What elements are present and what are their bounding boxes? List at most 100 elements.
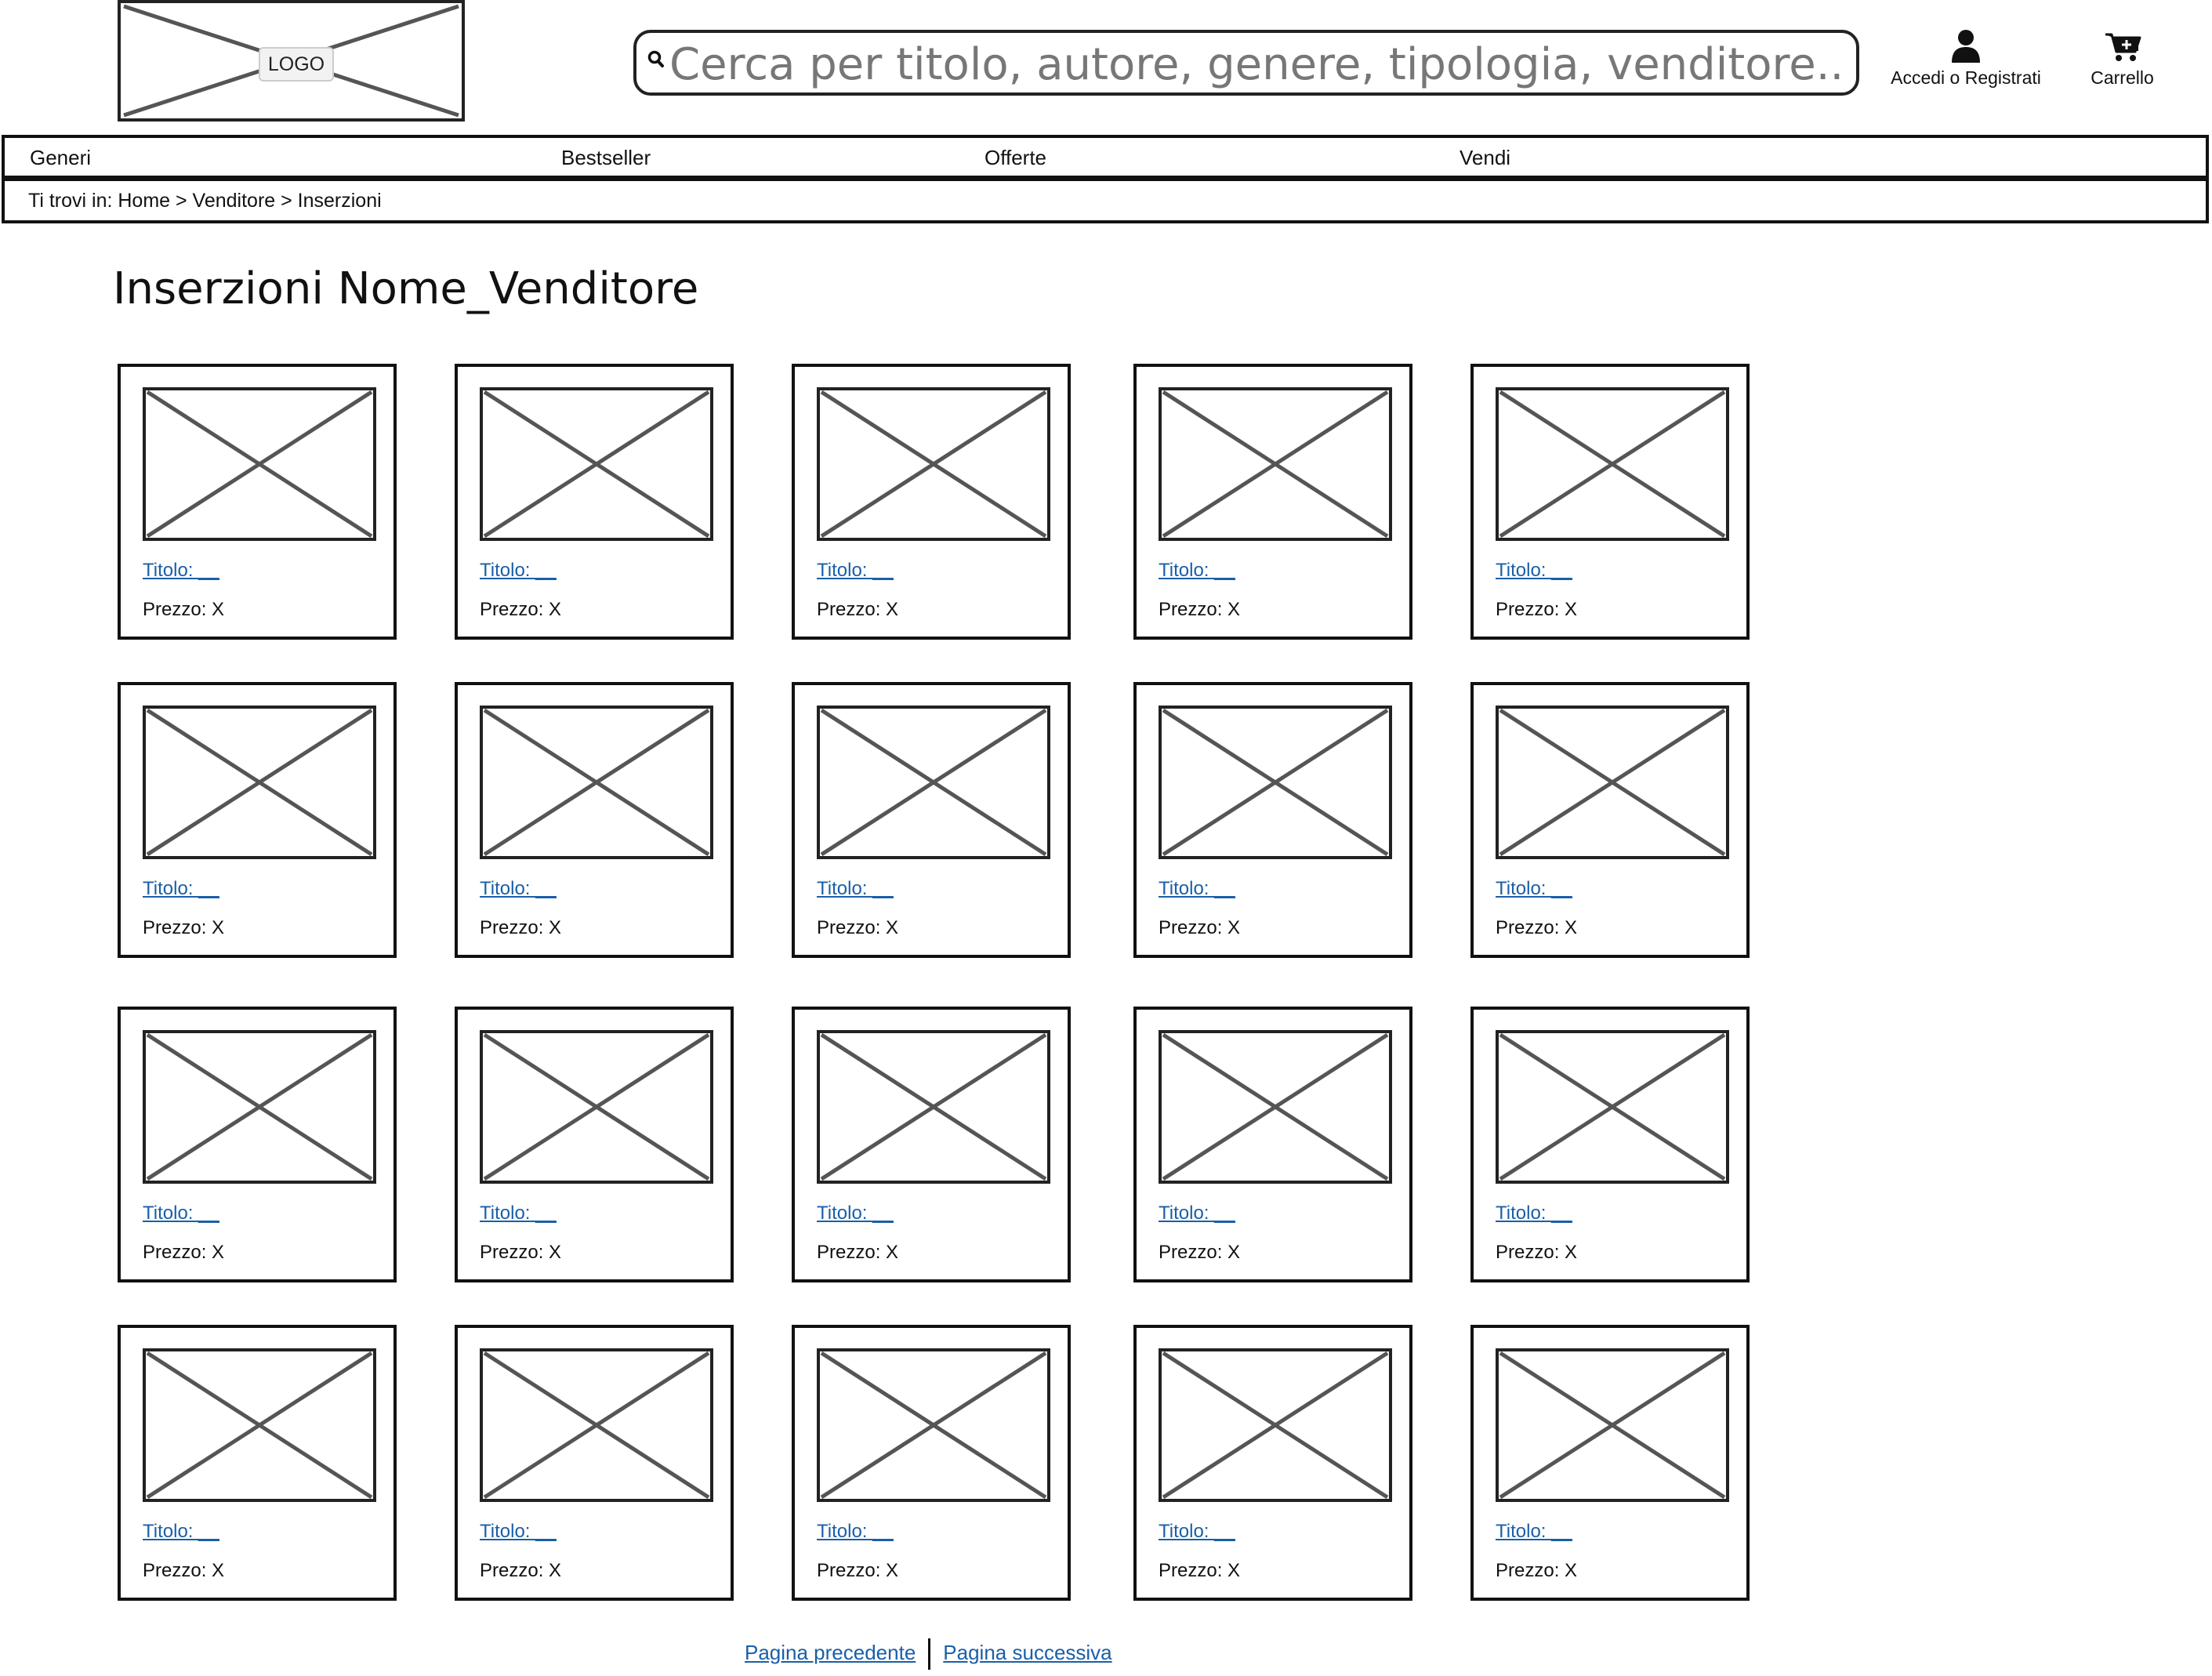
image-placeholder-icon <box>1496 387 1729 541</box>
listing-price: Prezzo: X <box>1159 1242 1241 1263</box>
listing-card[interactable]: Titolo: __ Prezzo: X <box>1470 1007 1750 1282</box>
listing-title-link[interactable]: Titolo: __ <box>1496 1521 1572 1543</box>
listing-title-link[interactable]: Titolo: __ <box>1496 878 1572 900</box>
breadcrumb: Ti trovi in: Home > Venditore > Inserzio… <box>2 178 2209 223</box>
listing-card[interactable]: Titolo: __ Prezzo: X <box>1133 1325 1412 1601</box>
listing-card[interactable]: Titolo: __ Prezzo: X <box>792 682 1071 958</box>
listing-price: Prezzo: X <box>1159 599 1241 620</box>
listing-card[interactable]: Titolo: __ Prezzo: X <box>455 1325 734 1601</box>
listing-card[interactable]: Titolo: __ Prezzo: X <box>1470 364 1750 640</box>
listing-title-link[interactable]: Titolo: __ <box>143 1203 219 1224</box>
page-title: Inserzioni Nome_Venditore <box>113 263 699 314</box>
login-label: Accedi o Registrati <box>1891 67 2041 88</box>
user-icon <box>1952 30 1980 63</box>
logo-label: LOGO <box>259 47 334 82</box>
listing-price: Prezzo: X <box>817 1560 899 1581</box>
listing-price: Prezzo: X <box>143 917 225 938</box>
prev-page-link[interactable]: Pagina precedente <box>745 1641 916 1664</box>
listing-card[interactable]: Titolo: __ Prezzo: X <box>455 364 734 640</box>
image-placeholder-icon <box>1159 1030 1392 1184</box>
listing-title-link[interactable]: Titolo: __ <box>817 1521 894 1543</box>
listing-price: Prezzo: X <box>1496 917 1578 938</box>
login-button[interactable]: Accedi o Registrati <box>1880 28 2052 89</box>
listing-card[interactable]: Titolo: __ Prezzo: X <box>792 364 1071 640</box>
listing-title-link[interactable]: Titolo: __ <box>480 878 557 900</box>
listing-card[interactable]: Titolo: __ Prezzo: X <box>118 1007 397 1282</box>
listing-card[interactable]: Titolo: __ Prezzo: X <box>792 1325 1071 1601</box>
cart-icon <box>2105 33 2141 61</box>
logo[interactable]: LOGO <box>118 0 465 122</box>
listing-price: Prezzo: X <box>143 1560 225 1581</box>
listing-title-link[interactable]: Titolo: __ <box>480 1521 557 1543</box>
next-page-link[interactable]: Pagina successiva <box>943 1641 1111 1664</box>
pagination-divider <box>928 1638 931 1670</box>
listing-price: Prezzo: X <box>480 1560 562 1581</box>
search-icon[interactable] <box>647 50 665 69</box>
listing-card[interactable]: Titolo: __ Prezzo: X <box>1133 364 1412 640</box>
listing-title-link[interactable]: Titolo: __ <box>480 1203 557 1224</box>
listing-title-link[interactable]: Titolo: __ <box>1159 878 1235 900</box>
listing-title-link[interactable]: Titolo: __ <box>817 878 894 900</box>
listing-card[interactable]: Titolo: __ Prezzo: X <box>1470 682 1750 958</box>
listing-title-link[interactable]: Titolo: __ <box>480 560 557 582</box>
listing-price: Prezzo: X <box>817 599 899 620</box>
image-placeholder-icon <box>1159 706 1392 859</box>
main-nav: Generi Bestseller Offerte Vendi <box>2 135 2209 179</box>
listing-price: Prezzo: X <box>1496 1560 1578 1581</box>
listing-title-link[interactable]: Titolo: __ <box>1159 560 1235 582</box>
listing-title-link[interactable]: Titolo: __ <box>143 560 219 582</box>
listing-title-link[interactable]: Titolo: __ <box>1159 1203 1235 1224</box>
search-input[interactable] <box>669 38 1845 91</box>
nav-item-generi[interactable]: Generi <box>30 146 91 170</box>
pagination: Pagina precedente Pagina successiva <box>745 1638 1112 1676</box>
image-placeholder-icon <box>1159 1348 1392 1502</box>
listing-card[interactable]: Titolo: __ Prezzo: X <box>118 682 397 958</box>
listing-card[interactable]: Titolo: __ Prezzo: X <box>1133 682 1412 958</box>
listing-price: Prezzo: X <box>480 917 562 938</box>
listing-title-link[interactable]: Titolo: __ <box>143 878 219 900</box>
image-placeholder-icon <box>143 1348 376 1502</box>
image-placeholder-icon <box>1159 387 1392 541</box>
image-placeholder-icon <box>1496 706 1729 859</box>
image-placeholder-icon <box>1496 1348 1729 1502</box>
listing-title-link[interactable]: Titolo: __ <box>817 1203 894 1224</box>
nav-item-offerte[interactable]: Offerte <box>985 146 1046 170</box>
listing-card[interactable]: Titolo: __ Prezzo: X <box>455 682 734 958</box>
image-placeholder-icon <box>817 1030 1050 1184</box>
image-placeholder-icon <box>817 387 1050 541</box>
nav-item-bestseller[interactable]: Bestseller <box>561 146 651 170</box>
listing-card[interactable]: Titolo: __ Prezzo: X <box>118 364 397 640</box>
listing-card[interactable]: Titolo: __ Prezzo: X <box>455 1007 734 1282</box>
listing-card[interactable]: Titolo: __ Prezzo: X <box>792 1007 1071 1282</box>
listing-title-link[interactable]: Titolo: __ <box>1159 1521 1235 1543</box>
cart-button[interactable]: Carrello <box>2077 31 2167 89</box>
listing-price: Prezzo: X <box>1496 1242 1578 1263</box>
listing-title-link[interactable]: Titolo: __ <box>143 1521 219 1543</box>
listing-card[interactable]: Titolo: __ Prezzo: X <box>118 1325 397 1601</box>
listing-card[interactable]: Titolo: __ Prezzo: X <box>1133 1007 1412 1282</box>
listing-price: Prezzo: X <box>480 599 562 620</box>
listing-price: Prezzo: X <box>1159 1560 1241 1581</box>
image-placeholder-icon <box>143 1030 376 1184</box>
listing-title-link[interactable]: Titolo: __ <box>817 560 894 582</box>
listing-price: Prezzo: X <box>1159 917 1241 938</box>
image-placeholder-icon <box>480 387 713 541</box>
cart-label: Carrello <box>2091 67 2154 88</box>
listing-price: Prezzo: X <box>480 1242 562 1263</box>
image-placeholder-icon <box>817 1348 1050 1502</box>
image-placeholder-icon <box>480 1030 713 1184</box>
listing-title-link[interactable]: Titolo: __ <box>1496 1203 1572 1224</box>
image-placeholder-icon <box>817 706 1050 859</box>
listing-price: Prezzo: X <box>817 1242 899 1263</box>
nav-item-vendi[interactable]: Vendi <box>1460 146 1510 170</box>
image-placeholder-icon <box>480 1348 713 1502</box>
listing-title-link[interactable]: Titolo: __ <box>1496 560 1572 582</box>
listing-card[interactable]: Titolo: __ Prezzo: X <box>1470 1325 1750 1601</box>
image-placeholder-icon <box>143 387 376 541</box>
listing-price: Prezzo: X <box>817 917 899 938</box>
listing-price: Prezzo: X <box>143 599 225 620</box>
listing-price: Prezzo: X <box>143 1242 225 1263</box>
image-placeholder-icon <box>480 706 713 859</box>
image-placeholder-icon <box>1496 1030 1729 1184</box>
search-bar[interactable] <box>633 30 1859 96</box>
